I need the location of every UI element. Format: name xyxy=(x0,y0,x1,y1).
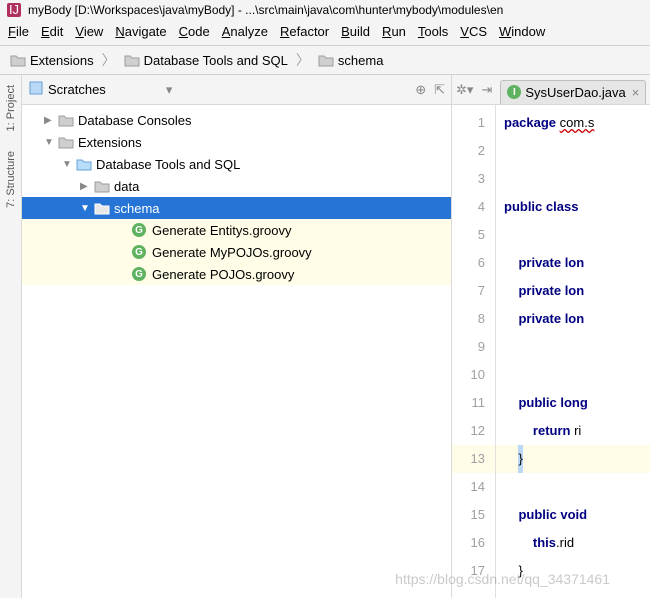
tree-label: Generate POJOs.groovy xyxy=(152,267,294,282)
tree-item-generate-pojos[interactable]: G Generate POJOs.groovy xyxy=(22,263,451,285)
expand-arrow-icon[interactable]: ▶ xyxy=(44,115,56,126)
code-area[interactable]: package com.s public class private lon p… xyxy=(496,105,650,598)
collapse-arrow-icon[interactable]: ▼ xyxy=(62,159,74,170)
tree-item-schema[interactable]: ▼ schema xyxy=(22,197,451,219)
titlebar: IJ myBody [D:\Workspaces\java\myBody] - … xyxy=(0,0,650,20)
tree-item-generate-entitys[interactable]: G Generate Entitys.groovy xyxy=(22,219,451,241)
menu-navigate[interactable]: Navigate xyxy=(109,22,172,41)
scratches-icon xyxy=(28,80,44,99)
menubar: FileEditViewNavigateCodeAnalyzeRefactorB… xyxy=(0,20,650,46)
navbar: Extensions〉Database Tools and SQL〉schema xyxy=(0,46,650,75)
menu-build[interactable]: Build xyxy=(335,22,376,41)
close-tab-icon[interactable]: × xyxy=(632,85,640,100)
breadcrumb-extensions[interactable]: Extensions xyxy=(6,51,98,70)
tree-item-database-tools[interactable]: ▼ Database Tools and SQL xyxy=(22,153,451,175)
menu-analyze[interactable]: Analyze xyxy=(216,22,274,41)
groovy-file-icon: G xyxy=(132,244,148,260)
project-tree[interactable]: ▶ Database Consoles ▼ Extensions ▼ Datab… xyxy=(22,105,451,598)
tree-label: Generate MyPOJOs.groovy xyxy=(152,245,312,260)
chevron-right-icon: 〉 xyxy=(292,50,314,70)
tree-label: data xyxy=(114,179,139,194)
collapse-icon[interactable]: ⇱ xyxy=(434,82,445,98)
tree-item-data[interactable]: ▶ data xyxy=(22,175,451,197)
folder-icon xyxy=(94,200,110,216)
collapse-arrow-icon[interactable]: ▼ xyxy=(44,137,56,148)
tree-label: Database Tools and SQL xyxy=(96,157,240,172)
editor-panel: ✲▾ ⇥ I SysUserDao.java × 123456789101112… xyxy=(452,75,650,598)
folder-icon xyxy=(94,178,110,194)
hide-icon[interactable]: ⇥ xyxy=(481,82,492,98)
settings-icon[interactable]: ✲▾ xyxy=(456,82,473,98)
menu-code[interactable]: Code xyxy=(173,22,216,41)
editor-body[interactable]: 1234567891011121314151617 package com.s … xyxy=(452,105,650,598)
left-toolstrip: 1: Project 7: Structure xyxy=(0,75,22,598)
main: 1: Project 7: Structure Scratches ▾ ⊕ ⇱ … xyxy=(0,75,650,598)
groovy-file-icon: G xyxy=(132,222,148,238)
svg-text:IJ: IJ xyxy=(9,2,19,17)
tree-header-title[interactable]: Scratches xyxy=(48,82,106,97)
menu-run[interactable]: Run xyxy=(376,22,412,41)
menu-edit[interactable]: Edit xyxy=(35,22,69,41)
collapse-arrow-icon[interactable]: ▼ xyxy=(80,203,92,214)
line-gutter[interactable]: 1234567891011121314151617 xyxy=(452,105,496,598)
expand-arrow-icon[interactable]: ▶ xyxy=(80,181,92,192)
project-tool-window: Scratches ▾ ⊕ ⇱ ▶ Database Consoles ▼ Ex… xyxy=(22,75,452,598)
locate-icon[interactable]: ⊕ xyxy=(415,82,426,98)
tree-label: Generate Entitys.groovy xyxy=(152,223,291,238)
tree-header: Scratches ▾ ⊕ ⇱ xyxy=(22,75,451,105)
sidebar-tab-project[interactable]: 1: Project xyxy=(3,79,19,137)
folder-icon xyxy=(76,156,92,172)
tree-item-extensions[interactable]: ▼ Extensions xyxy=(22,131,451,153)
menu-tools[interactable]: Tools xyxy=(412,22,454,41)
editor-tabs: ✲▾ ⇥ I SysUserDao.java × xyxy=(452,75,650,105)
editor-tab-sysuserdao[interactable]: I SysUserDao.java × xyxy=(500,80,646,104)
tree-item-generate-mypojos[interactable]: G Generate MyPOJOs.groovy xyxy=(22,241,451,263)
folder-icon xyxy=(58,134,74,150)
app-icon: IJ xyxy=(6,2,22,18)
menu-refactor[interactable]: Refactor xyxy=(274,22,335,41)
sidebar-tab-structure[interactable]: 7: Structure xyxy=(3,145,19,214)
groovy-file-icon: G xyxy=(132,266,148,282)
editor-tab-label: SysUserDao.java xyxy=(525,85,625,100)
breadcrumb-database-tools-and-sql[interactable]: Database Tools and SQL xyxy=(120,51,292,70)
tree-item-database-consoles[interactable]: ▶ Database Consoles xyxy=(22,109,451,131)
menu-vcs[interactable]: VCS xyxy=(454,22,493,41)
breadcrumb-schema[interactable]: schema xyxy=(314,51,388,70)
tree-label: Extensions xyxy=(78,135,142,150)
view-mode-dropdown-icon[interactable]: ▾ xyxy=(166,82,173,98)
tree-label: schema xyxy=(114,201,160,216)
tree-label: Database Consoles xyxy=(78,113,191,128)
menu-file[interactable]: File xyxy=(2,22,35,41)
window-title: myBody [D:\Workspaces\java\myBody] - ...… xyxy=(28,3,503,17)
folder-icon xyxy=(58,112,74,128)
menu-view[interactable]: View xyxy=(69,22,109,41)
chevron-right-icon: 〉 xyxy=(98,50,120,70)
interface-icon: I xyxy=(507,85,521,99)
menu-window[interactable]: Window xyxy=(493,22,551,41)
